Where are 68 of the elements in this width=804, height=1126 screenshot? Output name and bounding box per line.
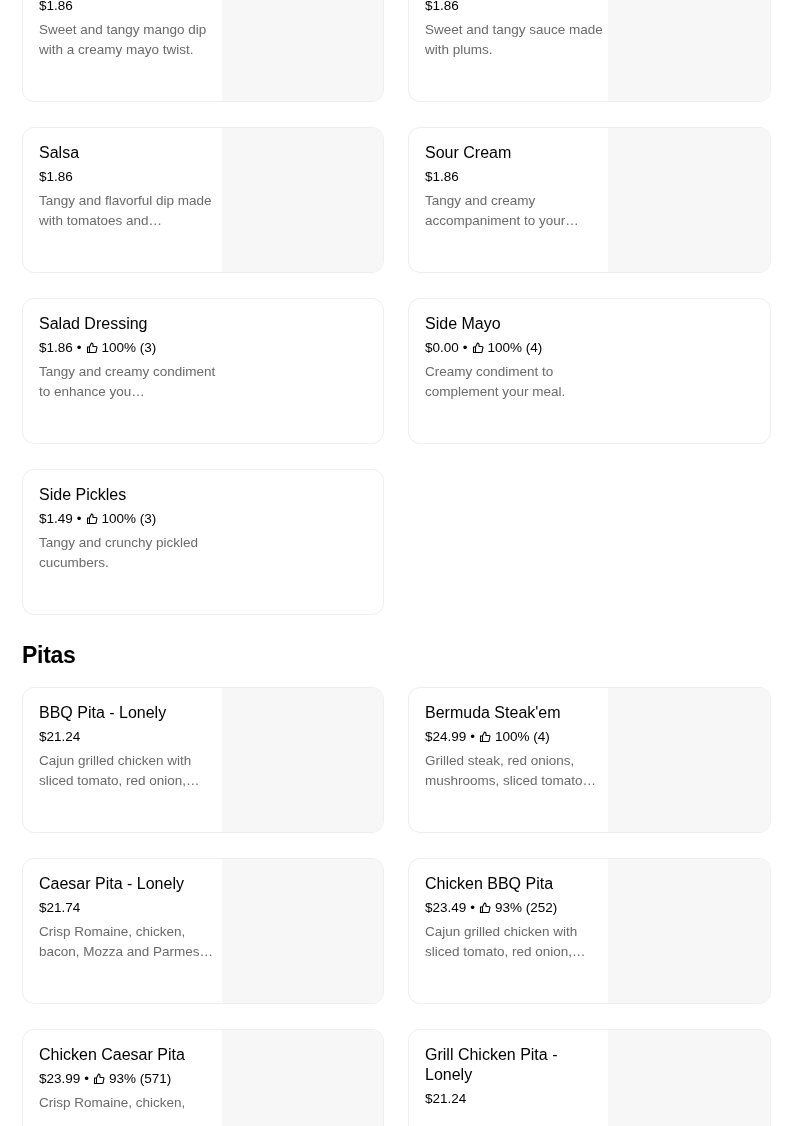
item-name: Chicken Caesar Pita	[39, 1045, 186, 1065]
item-description: Tangy and creamy condiment to enhance you…	[39, 363, 217, 401]
separator: •	[76, 511, 82, 527]
menu-item-card[interactable]: $1.86 Sweet and tangy sauce made with plums.	[408, 0, 771, 102]
item-price: $1.49	[39, 511, 73, 527]
item-price: $23.49	[425, 900, 467, 916]
item-rating: 100% (4)	[495, 729, 550, 745]
menu-item-card[interactable]: Chicken Caesar Pita $23.99 • 93% (571) Crisp Romaine, chicken,	[22, 1029, 384, 1126]
item-description: Cajun grilled chicken with sliced tomato, red onion,…	[39, 752, 201, 790]
item-name: Sour Cream	[425, 143, 513, 163]
item-name: Grill Chicken Pita - Lonely	[425, 1045, 559, 1085]
item-name: Salad Dressing	[39, 314, 149, 334]
menu-item-card[interactable]: Sour Cream $1.86 Tangy and creamy accompaniment to your…	[408, 127, 771, 273]
thumbs-up-icon	[93, 1073, 106, 1085]
item-name: Salsa	[39, 143, 81, 163]
item-name: Chicken BBQ Pita	[425, 874, 555, 894]
thumbs-up-icon	[479, 731, 492, 743]
item-description: Crisp Romaine, chicken, bacon, Mozza and Parmes…	[39, 923, 215, 961]
separator: •	[462, 340, 468, 356]
item-description: Sweet and tangy mango dip with a creamy mayo twist.	[39, 21, 208, 59]
menu-item-card[interactable]: $1.86 Sweet and tangy mango dip with a creamy mayo twist.	[22, 0, 384, 102]
thumbs-up-icon	[479, 902, 492, 914]
item-price: $21.24	[39, 729, 81, 745]
item-price: $23.99	[39, 1071, 81, 1087]
item-description: Tangy and creamy accompaniment to your…	[425, 192, 580, 230]
separator: •	[470, 729, 476, 745]
thumbs-up-icon	[85, 342, 98, 354]
menu-item-card[interactable]: Grill Chicken Pita - Lonely $21.24	[408, 1029, 771, 1126]
thumbs-up-icon	[471, 342, 484, 354]
item-rating: 93% (571)	[109, 1071, 172, 1087]
item-rating: 100% (4)	[487, 340, 543, 356]
menu-item-card[interactable]: Salsa $1.86 Tangy and flavorful dip made with tomatoes and…	[22, 127, 384, 273]
item-price: $1.86	[425, 0, 459, 14]
separator: •	[76, 340, 82, 356]
menu-item-card[interactable]: Salad Dressing $1.86 • 100% (3) Tangy and creamy condiment to enhance you…	[22, 298, 384, 444]
menu-item-card[interactable]: Side Pickles $1.49 • 100% (3) Tangy and crunchy pickled cucumbers.	[22, 469, 384, 615]
item-name: Caesar Pita - Lonely	[39, 874, 185, 894]
item-rating: 100% (3)	[101, 511, 157, 527]
item-price: $1.86	[39, 340, 73, 356]
item-description: Cajun grilled chicken with sliced tomato, red onion,…	[425, 923, 587, 961]
item-name: Side Pickles	[39, 485, 128, 505]
item-name: Side Mayo	[425, 314, 502, 334]
item-description: Tangy and flavorful dip made with tomatoes and…	[39, 192, 213, 230]
item-price: $21.74	[39, 900, 81, 916]
thumbs-up-icon	[85, 513, 98, 525]
separator: •	[84, 1071, 90, 1087]
item-price: $1.86	[39, 169, 73, 185]
item-rating: 93% (252)	[495, 900, 558, 916]
item-description: Grilled steak, red onions, mushrooms, sliced tomato…	[425, 752, 598, 790]
menu-item-card[interactable]: Bermuda Steak'em $24.99 • 100% (4) Grilled steak, red onions, mushrooms, sliced tomato…	[408, 687, 771, 833]
item-rating: 100% (3)	[101, 340, 157, 356]
separator: •	[470, 900, 476, 916]
item-price: $1.86	[39, 0, 73, 14]
item-description: Sweet and tangy sauce made with plums.	[425, 21, 604, 59]
item-price: $21.24	[425, 1091, 467, 1107]
menu-item-card[interactable]: Caesar Pita - Lonely $21.74 Crisp Romaine, chicken, bacon, Mozza and Parmes…	[22, 858, 384, 1004]
item-price: $1.86	[425, 169, 459, 185]
item-description: Crisp Romaine, chicken,	[39, 1094, 187, 1112]
section-heading: Pitas	[22, 643, 77, 667]
item-name: BBQ Pita - Lonely	[39, 703, 168, 723]
menu-item-card[interactable]: Chicken BBQ Pita $23.49 • 93% (252) Cajun grilled chicken with sliced tomato, red onion,…	[408, 858, 771, 1004]
item-price: $0.00	[425, 340, 459, 356]
menu-item-card[interactable]: Side Mayo $0.00 • 100% (4) Creamy condiment to complement your meal.	[408, 298, 771, 444]
item-description: Tangy and crunchy pickled cucumbers.	[39, 534, 200, 572]
menu-item-card[interactable]: BBQ Pita - Lonely $21.24 Cajun grilled chicken with sliced tomato, red onion,…	[22, 687, 384, 833]
item-name: Bermuda Steak'em	[425, 703, 562, 723]
item-description: Creamy condiment to complement your meal.	[425, 363, 567, 401]
item-price: $24.99	[425, 729, 467, 745]
